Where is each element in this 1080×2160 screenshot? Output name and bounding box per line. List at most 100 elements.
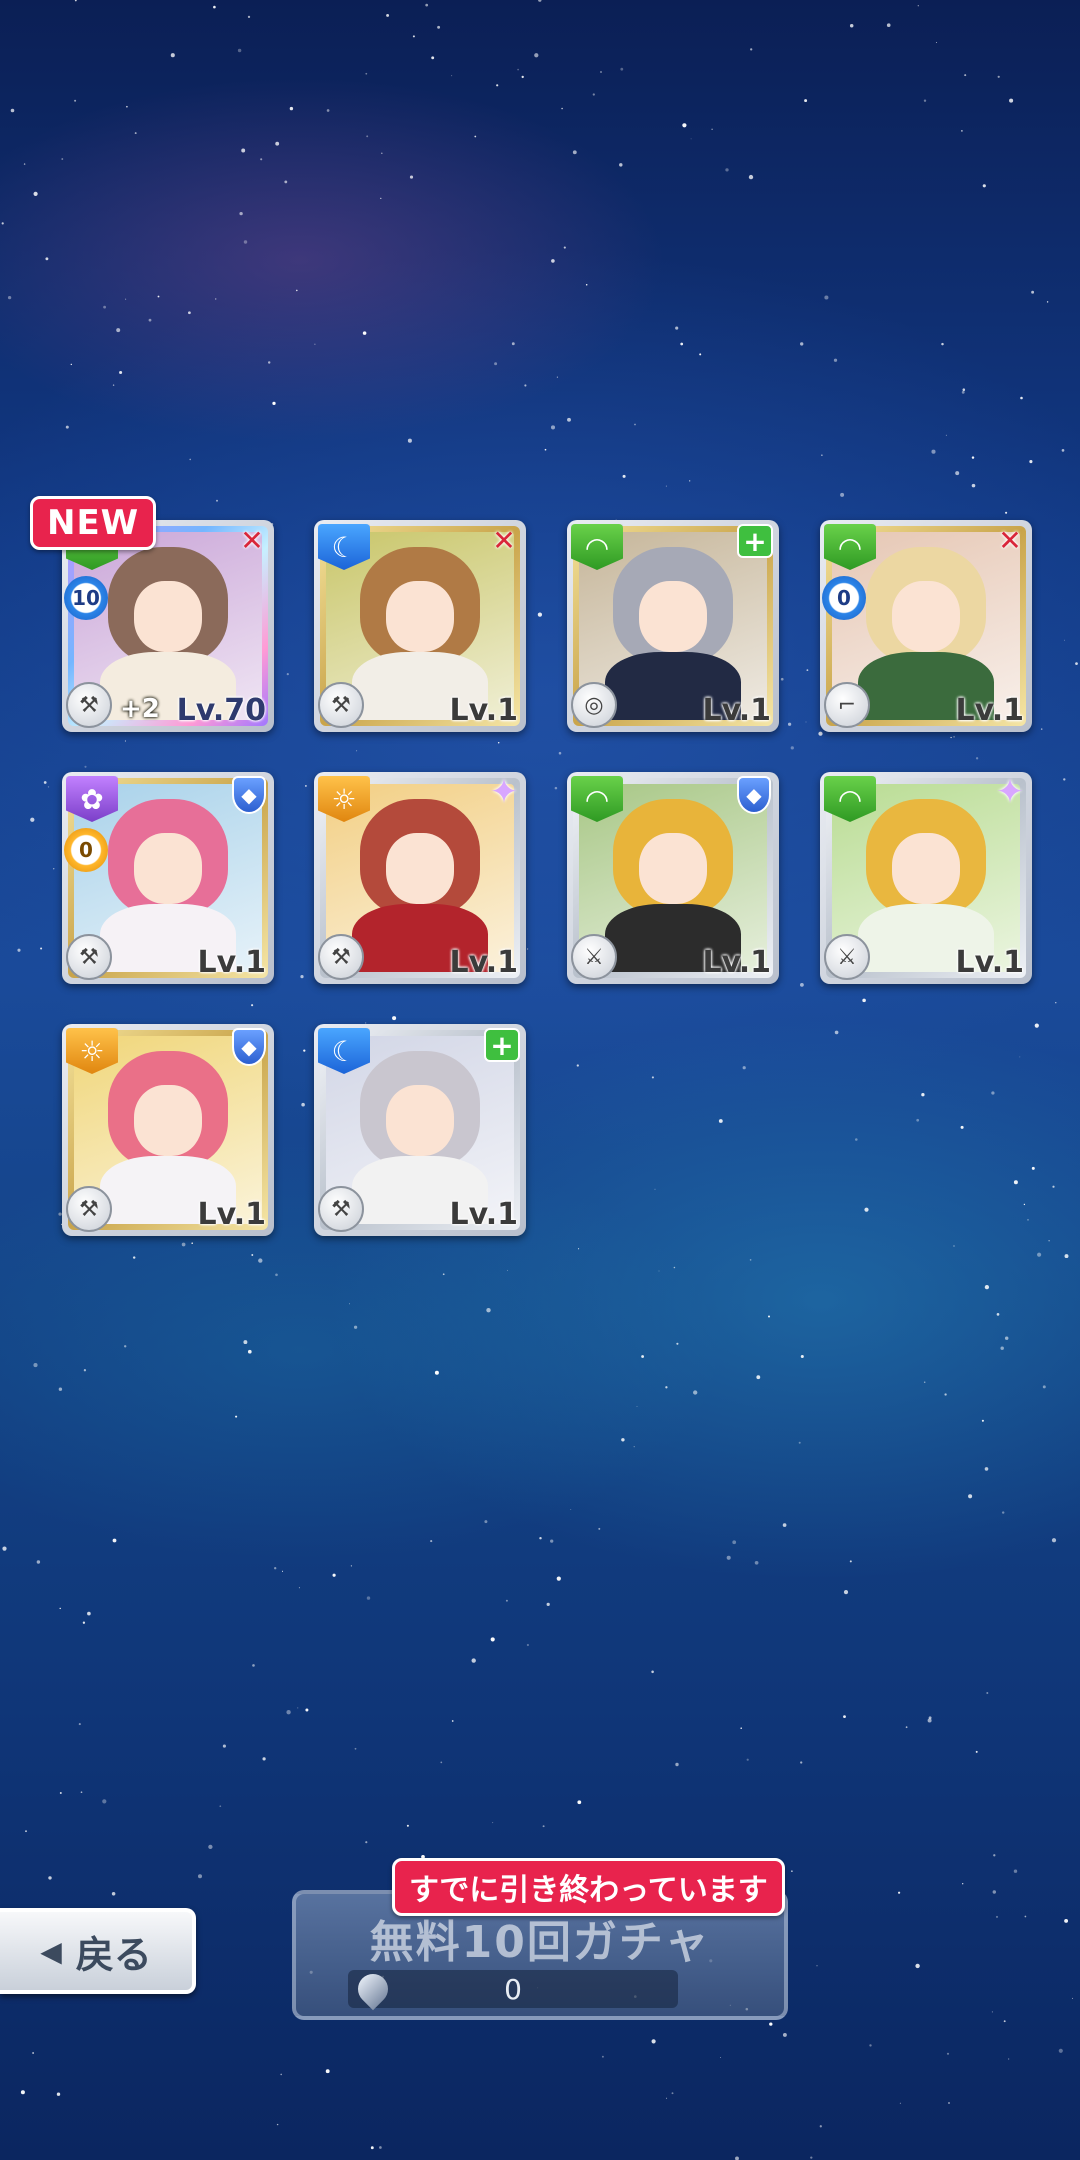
star <box>992 1890 996 1894</box>
star <box>769 2022 773 2026</box>
level-label: Lv.1 <box>197 1197 267 1232</box>
star <box>984 1467 989 1471</box>
character-card[interactable]: ◠ ◆ ⚔ Lv.1 <box>567 772 779 984</box>
star <box>915 1963 920 1969</box>
star <box>948 2102 950 2104</box>
role-defense-icon: ◆ <box>737 776 771 814</box>
character-card[interactable]: ☾ + ⚒ Lv.1 <box>314 1024 526 1236</box>
weapon-hammer-icon: ⚒ <box>66 1186 112 1232</box>
star <box>208 1844 213 1850</box>
character-card[interactable]: ☼ ✦ ⚒ Lv.1 <box>314 772 526 984</box>
star <box>968 1494 973 1499</box>
star <box>946 2052 950 2055</box>
star <box>768 1315 770 1318</box>
star <box>87 1611 91 1616</box>
star <box>843 1715 846 1718</box>
star <box>693 1390 698 1395</box>
back-button[interactable]: ◀ 戻る <box>0 1908 196 1994</box>
role-defense-icon: ◆ <box>232 776 266 814</box>
character-card[interactable]: ◠ ✦ ⚔ Lv.1 <box>820 772 1032 984</box>
star <box>243 1340 248 1345</box>
star <box>58 1387 63 1391</box>
role-support-icon: ✦ <box>995 772 1025 812</box>
star <box>1064 1918 1069 1923</box>
star <box>297 1707 299 1709</box>
gacha-cost-box: 0 <box>348 1967 678 2011</box>
star <box>222 1744 226 1748</box>
star <box>800 1354 804 1359</box>
star <box>898 1891 901 1894</box>
star <box>996 1313 1000 1316</box>
star <box>1024 1915 1027 1918</box>
weapon-hammer-icon: ⚒ <box>66 934 112 980</box>
gacha-results-grid: ◠ ✕ ⚒ Lv.70 +210 ☾ ✕ ⚒ Lv.1 ◠ + ◎ Lv.1 <box>0 0 1080 1300</box>
star <box>235 1415 238 1418</box>
star <box>471 1658 476 1663</box>
role-heal-icon: + <box>737 524 773 558</box>
star <box>791 1870 793 1872</box>
star <box>962 1883 964 1885</box>
weapon-hammer-icon: ⚒ <box>318 934 364 980</box>
star <box>732 1540 737 1545</box>
star <box>675 1762 679 1767</box>
character-card[interactable]: ☾ ✕ ⚒ Lv.1 <box>314 520 526 732</box>
star <box>379 2146 382 2149</box>
role-attack-icon: ✕ <box>492 523 516 557</box>
star <box>484 1520 488 1524</box>
star <box>539 1536 542 1540</box>
star <box>720 2057 721 2059</box>
star <box>440 1761 443 1764</box>
character-card[interactable]: ◠ ✕ ⚒ Lv.70 +210 <box>62 520 274 732</box>
star <box>1013 1869 1018 1873</box>
star <box>754 1560 759 1565</box>
star <box>486 1308 491 1313</box>
star <box>981 1419 984 1422</box>
character-card[interactable]: ✿ ◆ ⚒ Lv.1 0 <box>62 772 274 984</box>
star <box>843 1590 849 1595</box>
star <box>1000 1346 1004 1350</box>
star <box>262 1757 266 1761</box>
character-card[interactable]: ☼ ◆ ⚒ Lv.1 <box>62 1024 274 1236</box>
weapon-hammer-icon: ⚒ <box>318 1186 364 1232</box>
star <box>366 1596 371 1600</box>
duplicate-count-badge: 10 <box>64 576 108 620</box>
new-badge: NEW <box>30 496 157 550</box>
gacha-cost-value: 0 <box>504 1972 522 2006</box>
star <box>78 1723 81 1726</box>
star <box>869 2044 872 2047</box>
star <box>48 1876 52 1880</box>
star <box>112 1538 117 1543</box>
star <box>59 1607 61 1610</box>
star <box>928 1716 932 1720</box>
star <box>505 1599 508 1602</box>
star <box>124 1345 127 1348</box>
star <box>598 1527 601 1530</box>
star <box>274 1567 277 1570</box>
star <box>944 1393 947 1396</box>
star <box>746 1758 749 1761</box>
weapon-gun-icon: ⌐ <box>824 682 870 728</box>
star <box>111 1892 116 1896</box>
star <box>726 1555 731 1560</box>
character-card[interactable]: ◠ ✕ ⌐ Lv.1 0 <box>820 520 1032 732</box>
character-card[interactable]: ◠ + ◎ Lv.1 <box>567 520 779 732</box>
limit-break-plus: +2 <box>120 694 160 724</box>
star <box>298 1587 300 1589</box>
star <box>633 1446 635 1448</box>
star <box>280 2073 283 2076</box>
star <box>353 1325 358 1329</box>
star <box>365 1841 368 1844</box>
star <box>546 1602 550 1607</box>
star <box>406 1824 409 1827</box>
weapon-hammer-icon: ⚒ <box>66 682 112 728</box>
star <box>782 1523 787 1527</box>
star <box>1004 1336 1009 1340</box>
star <box>651 2039 656 2044</box>
star <box>354 1747 357 1750</box>
star <box>286 1710 291 1715</box>
star <box>451 1720 454 1722</box>
level-label: Lv.1 <box>449 693 519 728</box>
star <box>36 1560 41 1564</box>
level-label: Lv.70 <box>176 693 266 728</box>
star <box>991 2011 993 2013</box>
